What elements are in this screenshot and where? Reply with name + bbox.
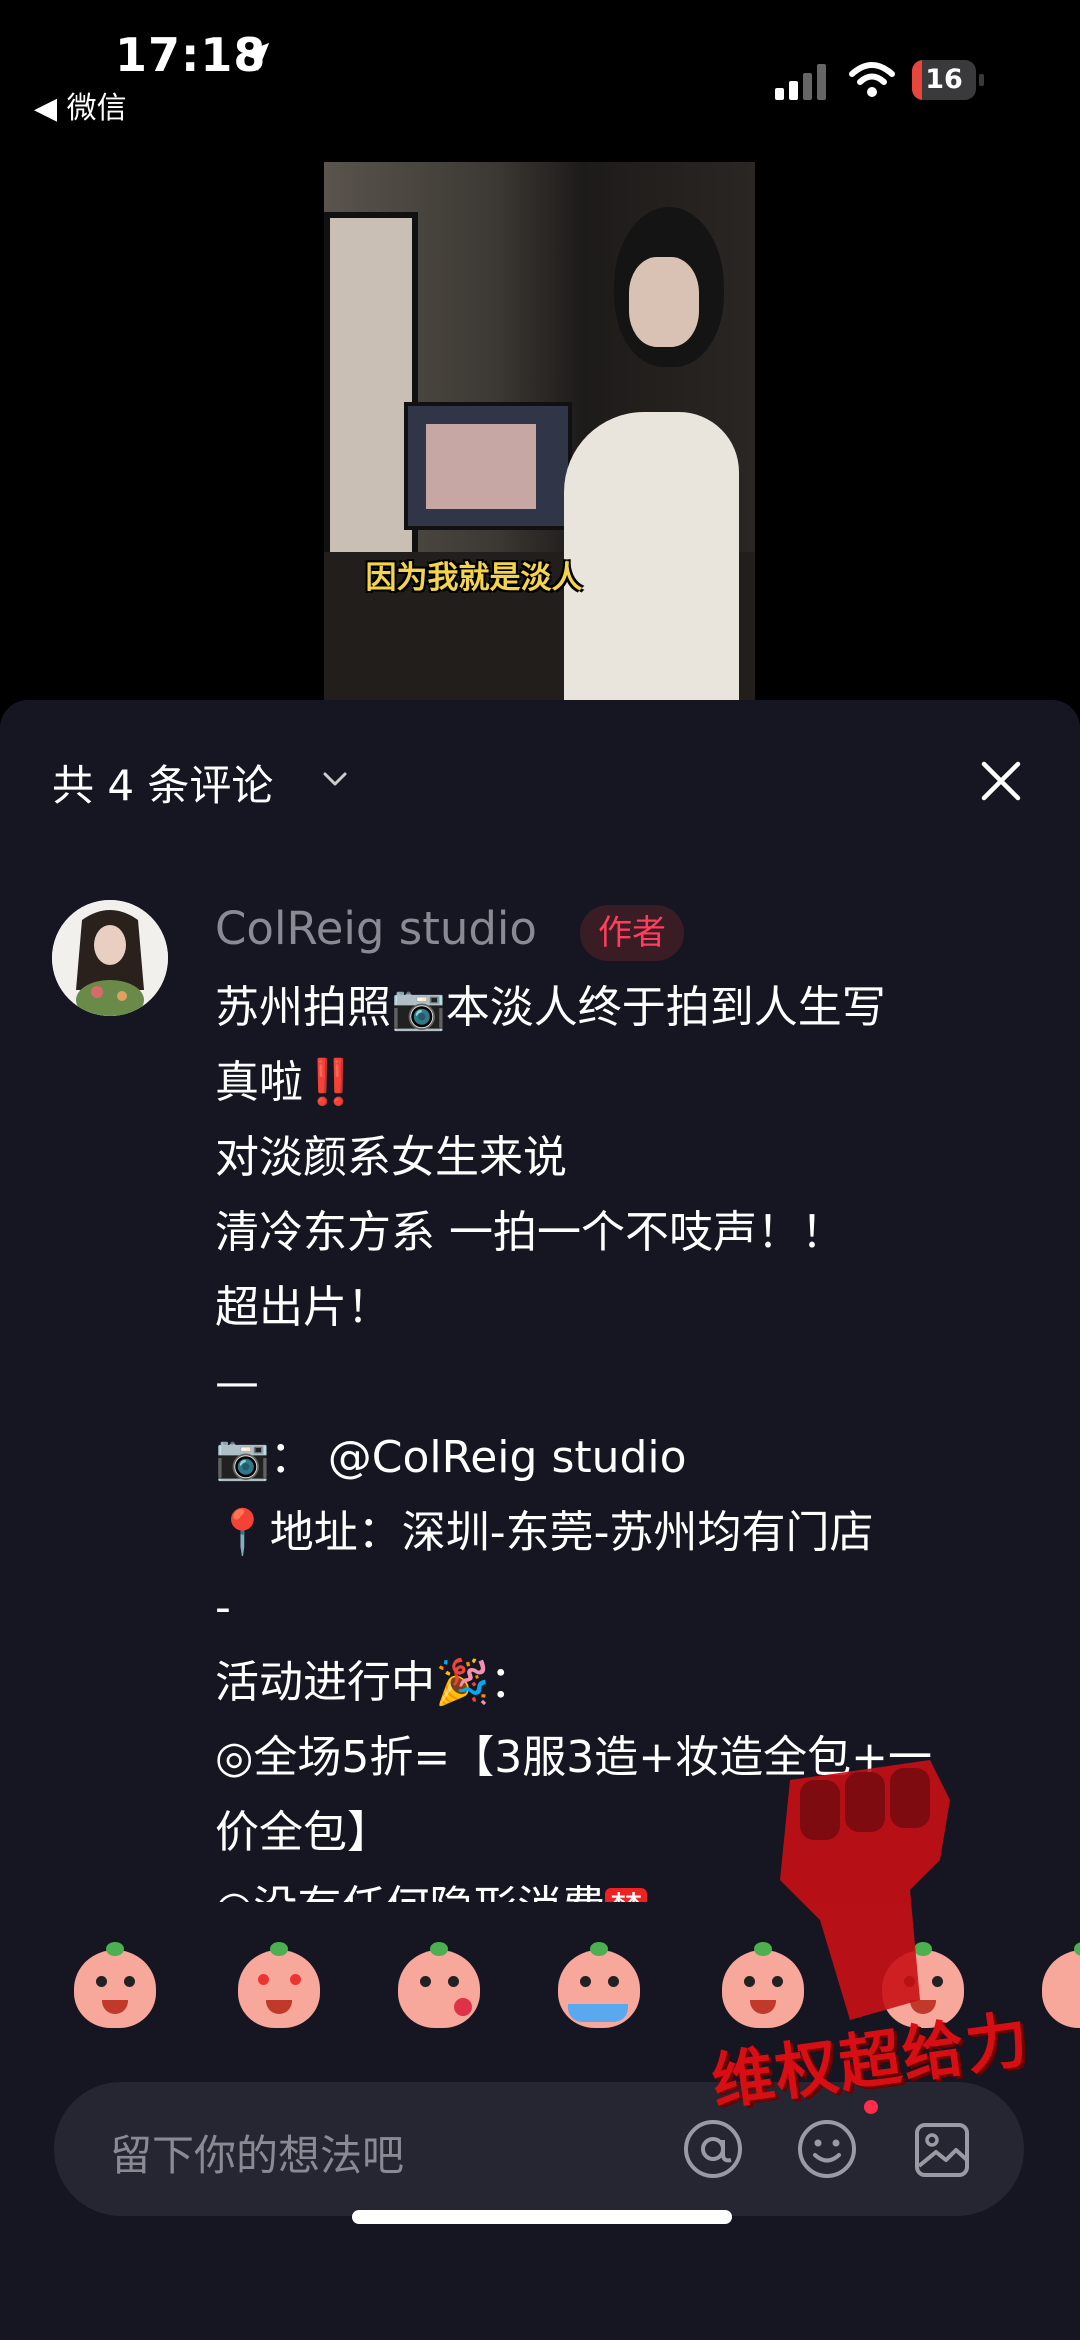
laugh-cry-face-icon[interactable]	[720, 1942, 806, 2028]
home-indicator[interactable]	[352, 2210, 732, 2224]
comment-line: 清冷东方系 一拍一个不吱声！！	[215, 1207, 845, 1258]
comment-line: -	[215, 1582, 231, 1633]
video-caption: 因为我就是淡人	[365, 560, 583, 596]
comments-header: 共 4 条评论	[0, 700, 1080, 840]
comment-line: 真啦‼️	[215, 1057, 358, 1108]
comment-line: 超出片！	[215, 1282, 391, 1333]
comment-line-mention[interactable]: 📷： @ColReig studio	[215, 1420, 1045, 1495]
comment-input-area: 留下你的想法吧	[0, 2082, 1080, 2340]
comment-line: 活动进行中🎉：	[215, 1657, 534, 1708]
status-bar: 17:18 ◀ 微信 16	[0, 0, 1080, 130]
image-icon[interactable]	[912, 2120, 972, 2180]
close-icon[interactable]	[974, 754, 1028, 808]
comment-text: 苏州拍照📷本淡人终于拍到人生写 真啦‼️ 对淡颜系女生来说 清冷东方系 一拍一个…	[215, 970, 1045, 1945]
wink-kiss-face-icon[interactable]	[396, 1942, 482, 2028]
peek-face-icon[interactable]	[1040, 1942, 1080, 2028]
double-exclamation-icon: ‼️	[303, 1057, 358, 1108]
comment-line: —	[215, 1357, 259, 1408]
emoji-icon[interactable]	[796, 2118, 858, 2180]
crying-face-icon[interactable]	[556, 1942, 642, 2028]
comment-author-name[interactable]: ColReig studio	[215, 902, 537, 955]
wifi-icon	[849, 62, 895, 97]
comment-line: 对淡颜系女生来说	[215, 1132, 567, 1183]
comment-line: 价全包】	[215, 1807, 391, 1858]
battery-indicator: 16	[912, 60, 984, 100]
battery-level-text: 16	[925, 64, 963, 95]
avatar[interactable]	[52, 900, 168, 1016]
chevron-down-icon[interactable]	[322, 766, 348, 792]
comment-line: 苏州拍照📷本淡人终于拍到人生写	[215, 982, 886, 1033]
shy-face-icon[interactable]	[72, 1942, 158, 2028]
cellular-signal-icon	[775, 64, 826, 100]
comment-input[interactable]: 留下你的想法吧	[54, 2082, 1024, 2216]
comment-input-placeholder[interactable]: 留下你的想法吧	[110, 2122, 404, 2183]
comment-count-title[interactable]: 共 4 条评论	[52, 752, 273, 813]
back-to-wechat-link[interactable]: ◀ 微信	[34, 83, 127, 127]
at-mention-icon[interactable]	[682, 2118, 744, 2180]
comment-line: 📍地址：深圳-东莞-苏州均有门店	[215, 1507, 874, 1558]
location-arrow-icon	[240, 42, 270, 72]
notification-dot	[864, 2100, 878, 2114]
star-eyes-face-icon[interactable]	[236, 1942, 322, 2028]
comment-line: ◎全场5折=【3服3造+妆造全包+一	[215, 1732, 932, 1783]
video-preview[interactable]: 因为我就是淡人	[324, 162, 755, 700]
author-badge: 作者	[580, 905, 684, 961]
